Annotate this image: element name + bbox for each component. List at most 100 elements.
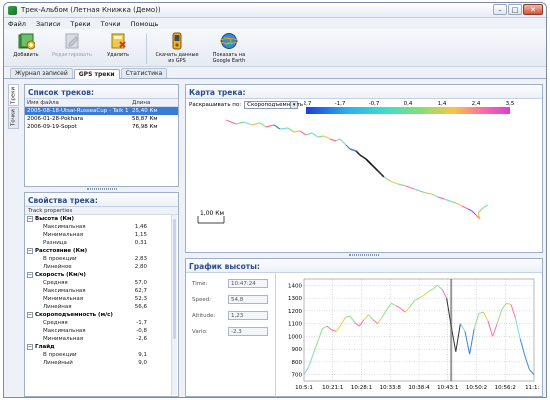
property-group[interactable]: − Скорость (Км/ч) — [25, 271, 178, 279]
speed-value: 54,8 — [228, 295, 268, 304]
maximize-button[interactable]: □ — [508, 4, 522, 15]
collapse-icon[interactable]: − — [27, 248, 33, 254]
track-segment — [455, 202, 463, 207]
track-segment — [359, 154, 367, 160]
chevron-down-icon[interactable]: ▾ — [290, 102, 298, 108]
scale-tick-label: -2,7 — [304, 101, 312, 107]
menu-tracks[interactable]: Треки — [70, 20, 90, 28]
property-value: 1,46 — [134, 224, 147, 230]
track-segment — [259, 122, 267, 128]
track-row[interactable]: 2006-09-19-Sopot 76,98 Км — [25, 123, 178, 131]
scale-bar-label: 1,00 Км — [200, 210, 224, 217]
map-title: Карта трека: — [186, 85, 542, 99]
tab-statistics[interactable]: Статистика — [120, 68, 168, 78]
app-window: Трек-Альбом (Летная Книжка (Демо)) – □ ✕… — [3, 2, 547, 398]
collapse-icon[interactable]: − — [27, 344, 33, 350]
color-by-select[interactable]: Скороподъемность ▾ — [244, 101, 303, 109]
track-segment — [225, 119, 237, 125]
track-segment — [311, 132, 319, 138]
property-value: -2,6 — [136, 336, 147, 342]
track-map-canvas[interactable]: 1,00 Км — [188, 115, 540, 251]
track-segment — [251, 122, 261, 126]
property-name: Максимальная — [43, 224, 86, 230]
property-value: 56,6 — [134, 304, 147, 310]
add-button[interactable]: Добавить — [8, 32, 44, 58]
property-row: Максимальная 1,46 — [25, 223, 178, 231]
track-segment — [335, 138, 341, 142]
property-row: Минимальная 52,3 — [25, 295, 178, 303]
main-tabs: Журнал записей GPS треки Статистика — [4, 67, 546, 79]
property-value: 0,31 — [134, 240, 147, 246]
menu-file[interactable]: Файл — [8, 20, 26, 28]
vario-value: -2,3 — [228, 327, 268, 336]
property-group[interactable]: − Высота (Км) — [25, 215, 178, 223]
property-group-name: Глайд — [35, 344, 55, 350]
title-bar: Трек-Альбом (Летная Книжка (Демо)) – □ ✕ — [4, 3, 546, 18]
property-value: 1,15 — [134, 232, 147, 238]
track-segment — [365, 158, 373, 166]
property-value: 9,1 — [138, 352, 147, 358]
property-group[interactable]: − Расстояние (Км) — [25, 247, 178, 255]
property-name: Линейная — [43, 304, 72, 310]
side-tab-points[interactable]: Точки — [8, 107, 19, 129]
collapse-icon[interactable]: − — [27, 272, 33, 278]
splitter-grip — [349, 254, 379, 256]
track-segment — [431, 193, 439, 198]
property-name: Минимальная — [43, 232, 84, 238]
track-segment — [397, 183, 407, 187]
delete-button-label: Удалить — [107, 52, 129, 58]
properties-scrollbar[interactable] — [171, 215, 177, 395]
tab-log[interactable]: Журнал записей — [10, 68, 73, 78]
property-name: Минимальная — [43, 336, 84, 342]
scrollbar-thumb[interactable] — [173, 219, 176, 339]
track-row[interactable]: 2005-08-18-Utsai-RusseaCup - Taik 1 25,4… — [25, 107, 178, 115]
google-earth-button[interactable]: Показать на Google Earth — [205, 32, 253, 64]
properties-header: Track properties — [25, 207, 178, 215]
property-row: Линейный 9,0 — [25, 359, 178, 367]
column-file-name[interactable]: Имя файла — [25, 100, 130, 106]
track-segment — [265, 124, 275, 128]
side-tab-tracks[interactable]: Треки — [8, 84, 19, 106]
track-segment — [377, 170, 385, 178]
track-segment — [305, 132, 313, 136]
track-segment — [437, 196, 445, 200]
track-segment — [389, 180, 399, 185]
property-row: В проекции 2,83 — [25, 255, 178, 263]
collapse-icon[interactable]: − — [27, 312, 33, 318]
property-name: Минимальная — [43, 296, 84, 302]
minimize-button[interactable]: – — [493, 4, 507, 15]
x-tick-label: 10:21:1 — [322, 385, 343, 391]
properties-title: Свойства трека: — [25, 193, 178, 207]
property-group[interactable]: − Глайд — [25, 343, 178, 351]
download-gps-button[interactable]: Скачать данные из GPS — [153, 32, 201, 64]
book-delete-icon — [109, 32, 127, 50]
altitude-chart[interactable]: 700 800 900 1000 1100 1200 1300 1400 10:5:1 10:21… — [278, 273, 540, 397]
altitude-value: 1,23 — [228, 311, 268, 320]
tab-gps-tracks[interactable]: GPS треки — [73, 69, 120, 79]
menu-records[interactable]: Записи — [36, 20, 60, 28]
property-group[interactable]: − Скороподъемность (м/с) — [25, 311, 178, 319]
time-cursor[interactable] — [450, 279, 453, 381]
close-button[interactable]: ✕ — [523, 4, 543, 15]
property-value: 52,3 — [134, 296, 147, 302]
book-add-icon — [17, 32, 36, 50]
collapse-icon[interactable]: − — [27, 216, 33, 222]
menu-points[interactable]: Точки — [101, 20, 121, 28]
x-tick-label: 10:5:1 — [295, 385, 313, 391]
track-segment — [483, 204, 489, 208]
x-tick-label: 10:28:1 — [351, 385, 372, 391]
y-tick-label: 1400 — [288, 283, 302, 289]
edit-button-label: Редактировать — [52, 52, 92, 58]
column-length[interactable]: Длина — [130, 100, 178, 106]
track-file-name: 2006-09-19-Sopot — [27, 124, 77, 130]
delete-button[interactable]: Удалить — [100, 32, 136, 58]
track-row[interactable]: 2006-01-28-Pokhara 58,87 Км — [25, 115, 178, 123]
track-segment — [449, 200, 457, 204]
track-segment — [443, 198, 451, 202]
altitude-label: Altitude: — [192, 313, 216, 319]
property-row: Средняя -1,7 — [25, 319, 178, 327]
edit-button[interactable]: Редактировать — [48, 32, 96, 58]
track-segment — [293, 130, 301, 133]
menu-help[interactable]: Помощь — [131, 20, 159, 28]
property-group-name: Скорость (Км/ч) — [35, 272, 86, 278]
